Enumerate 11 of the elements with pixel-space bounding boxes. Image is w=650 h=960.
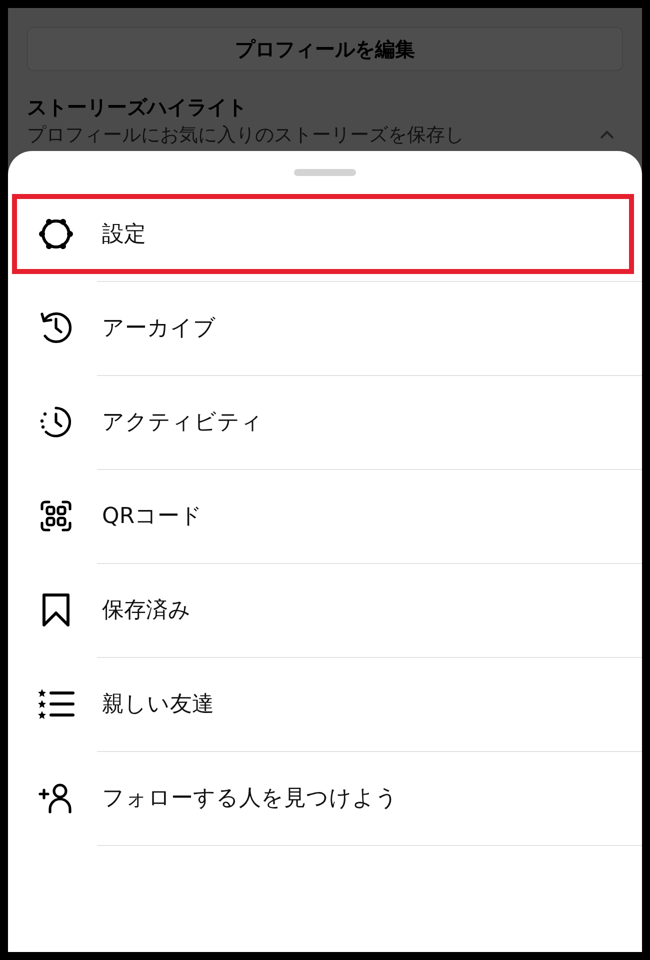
menu-item[interactable]: 保存済み [12, 570, 634, 650]
menu-item[interactable]: フォローする人を見つけよう [12, 758, 634, 838]
drag-handle[interactable] [294, 169, 356, 176]
chevron-up-icon[interactable] [599, 130, 615, 140]
highlights-title: ストーリーズハイライト [27, 94, 248, 121]
highlights-description: プロフィールにお気に入りのストーリーズを保存し [27, 123, 464, 148]
menu-item[interactable]: アクティビティ [12, 382, 634, 462]
menu-item[interactable]: 親しい友達 [12, 664, 634, 744]
menu-item[interactable]: アーカイブ [12, 288, 634, 368]
menu-item[interactable]: QRコード [12, 476, 634, 556]
menu-item[interactable]: 設定 [12, 194, 634, 274]
